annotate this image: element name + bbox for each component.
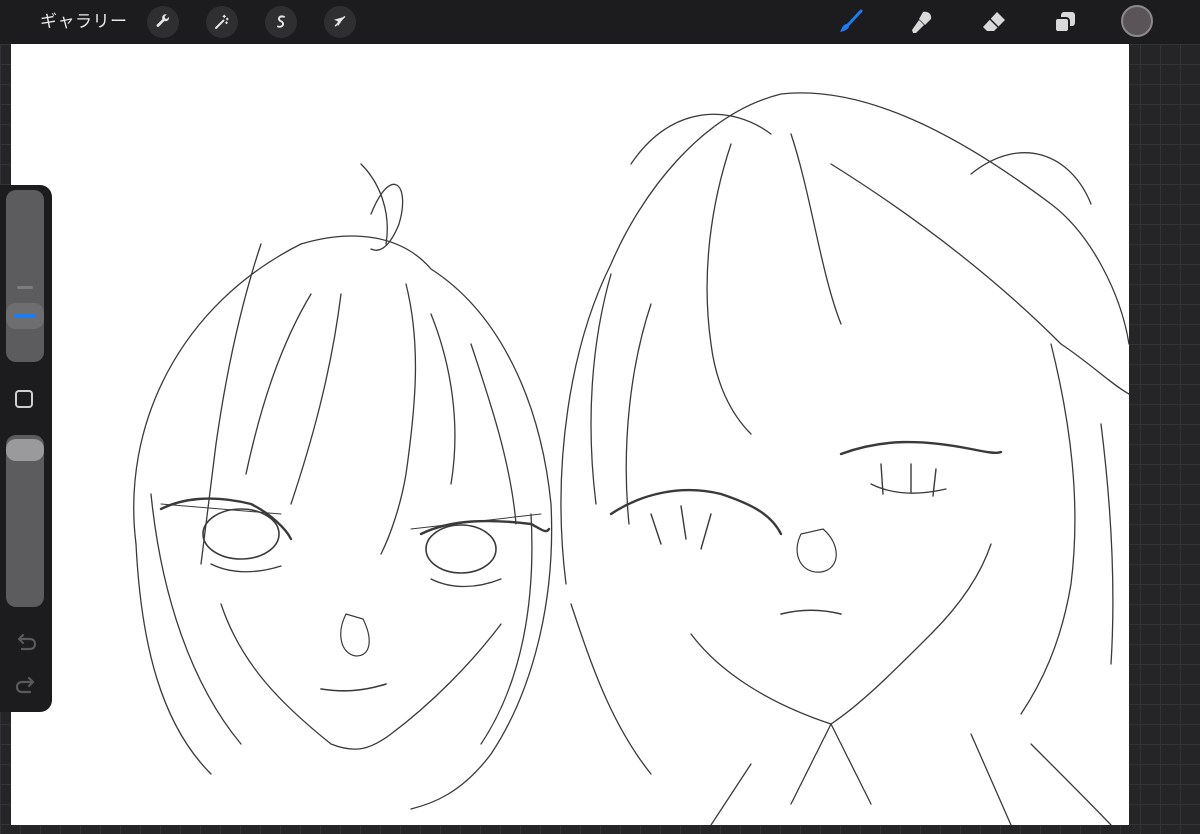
color-picker-button[interactable] (1121, 5, 1153, 37)
brush-size-indicator (14, 314, 36, 318)
wrench-icon[interactable] (147, 6, 179, 38)
arrow-cursor-icon[interactable] (324, 6, 356, 38)
brush-icon[interactable] (835, 6, 867, 38)
smudge-icon[interactable] (906, 6, 938, 38)
magic-wand-icon[interactable] (206, 6, 238, 38)
slider-tick (17, 286, 33, 289)
brush-size-thumb[interactable] (6, 303, 44, 329)
top-toolbar: ギャラリー (0, 0, 1200, 44)
brush-opacity-slider[interactable] (6, 435, 44, 607)
brush-size-slider[interactable] (6, 190, 44, 362)
modify-button[interactable] (15, 390, 33, 408)
sketch-artwork (133, 92, 1129, 825)
gallery-button[interactable]: ギャラリー (40, 10, 128, 34)
left-sidebar (0, 185, 52, 712)
brush-opacity-thumb[interactable] (6, 439, 44, 461)
layers-icon[interactable] (1049, 6, 1081, 38)
undo-icon[interactable] (14, 630, 38, 652)
eraser-icon[interactable] (978, 6, 1010, 38)
drawing-canvas[interactable] (11, 44, 1129, 825)
redo-icon[interactable] (14, 673, 38, 695)
selection-s-icon[interactable] (265, 6, 297, 38)
